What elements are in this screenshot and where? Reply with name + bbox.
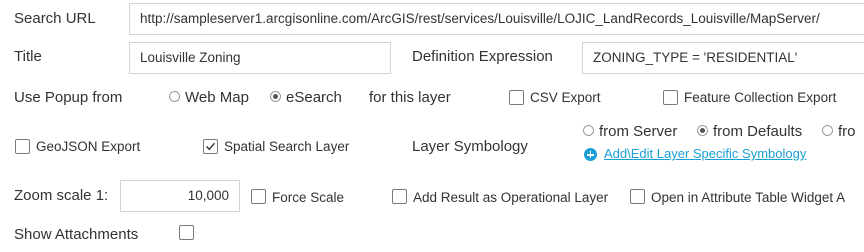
- add-result-operational-checkbox[interactable]: [392, 189, 407, 204]
- force-scale-label[interactable]: Force Scale: [272, 190, 344, 205]
- force-scale-checkbox[interactable]: [251, 189, 266, 204]
- edit-symbology-link[interactable]: Add\Edit Layer Specific Symbology: [604, 146, 806, 161]
- symbology-defaults-label[interactable]: from Defaults: [713, 123, 802, 140]
- geojson-export-label[interactable]: GeoJSON Export: [36, 139, 140, 154]
- title-input[interactable]: Louisville Zoning: [129, 42, 391, 74]
- popup-webmap-radio[interactable]: [169, 91, 180, 102]
- popup-webmap-label[interactable]: Web Map: [185, 89, 249, 106]
- spatial-search-layer-checkbox[interactable]: [203, 139, 218, 154]
- add-circle-icon[interactable]: [584, 148, 597, 161]
- geojson-export-checkbox[interactable]: [15, 139, 30, 154]
- use-popup-label: Use Popup from: [14, 89, 123, 106]
- popup-esearch-radio[interactable]: [270, 91, 281, 102]
- symbology-other-label[interactable]: fro: [838, 123, 856, 140]
- open-attribute-table-checkbox[interactable]: [630, 189, 645, 204]
- show-attachments-label: Show Attachments: [14, 226, 139, 243]
- csv-export-checkbox[interactable]: [509, 90, 524, 105]
- csv-export-label[interactable]: CSV Export: [530, 90, 601, 105]
- search-url-label: Search URL: [14, 10, 96, 27]
- spatial-search-layer-label[interactable]: Spatial Search Layer: [224, 139, 349, 154]
- symbology-server-radio[interactable]: [583, 125, 594, 136]
- show-attachments-checkbox[interactable]: [179, 225, 194, 240]
- feature-collection-export-checkbox[interactable]: [663, 90, 678, 105]
- popup-suffix-label: for this layer: [369, 89, 451, 106]
- symbology-other-radio[interactable]: [822, 125, 833, 136]
- layer-symbology-label: Layer Symbology: [412, 138, 528, 155]
- symbology-server-label[interactable]: from Server: [599, 123, 677, 140]
- title-label: Title: [14, 48, 42, 65]
- search-url-input[interactable]: http://sampleserver1.arcgisonline.com/Ar…: [129, 3, 864, 35]
- feature-collection-export-label[interactable]: Feature Collection Export: [684, 90, 836, 105]
- open-attribute-table-label[interactable]: Open in Attribute Table Widget A: [651, 190, 845, 205]
- definition-expression-label: Definition Expression: [412, 48, 553, 65]
- checkmark-icon: [206, 142, 216, 151]
- symbology-defaults-radio[interactable]: [697, 125, 708, 136]
- add-result-operational-label[interactable]: Add Result as Operational Layer: [413, 190, 608, 205]
- definition-expression-input[interactable]: ZONING_TYPE = 'RESIDENTIAL': [582, 42, 864, 74]
- zoom-scale-label: Zoom scale 1:: [14, 187, 109, 204]
- zoom-scale-input[interactable]: 10,000: [120, 180, 240, 212]
- popup-esearch-label[interactable]: eSearch: [286, 89, 342, 106]
